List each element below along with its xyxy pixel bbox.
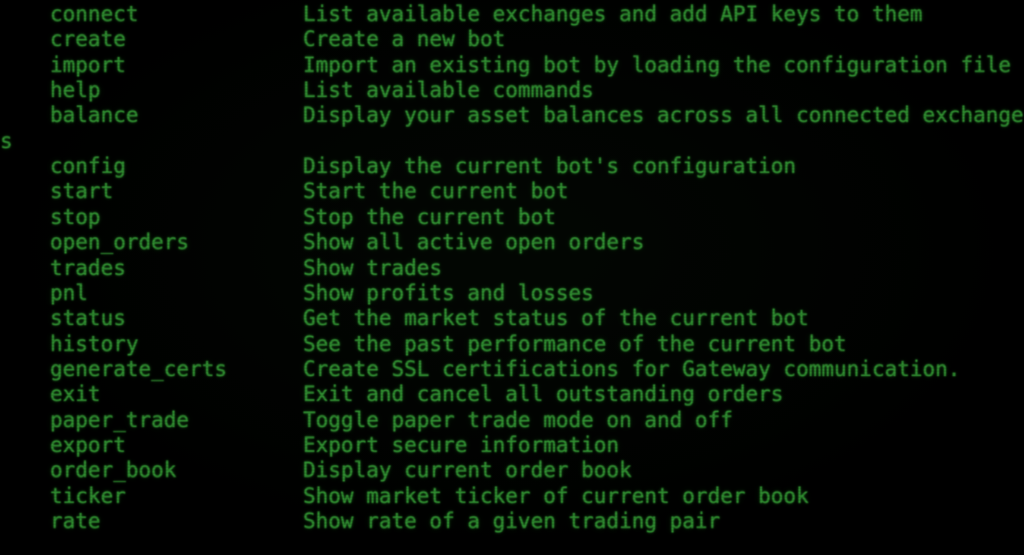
command-description: Show market ticker of current order book xyxy=(303,483,809,508)
command-description-wrap: s xyxy=(0,128,13,153)
command-description: List available commands xyxy=(303,78,594,103)
command-name: open_orders xyxy=(50,230,190,255)
command-description: Show all active open orders xyxy=(303,230,645,255)
command-description: Create SSL certifications for Gateway co… xyxy=(303,356,961,381)
command-description: List available exchanges and add API key… xyxy=(303,2,923,26)
command-name: connect xyxy=(50,2,139,26)
command-name: balance xyxy=(50,103,139,128)
command-description: Start the current bot xyxy=(303,179,569,204)
terminal-screen: connect List available exchanges and add … xyxy=(0,0,1024,555)
command-description: Export secure information xyxy=(303,432,620,457)
command-name: help xyxy=(50,78,101,103)
command-name: ticker xyxy=(50,483,126,508)
terminal-window[interactable]: connect List available exchanges and add … xyxy=(0,0,1024,555)
command-name: start xyxy=(50,179,114,204)
command-description: Display your asset balances across all c… xyxy=(303,103,1024,128)
command-description: Show rate of a given trading pair xyxy=(303,509,721,533)
command-name: paper_trade xyxy=(50,407,190,432)
command-description: Exit and cancel all outstanding orders xyxy=(303,382,784,407)
command-name: generate_certs xyxy=(50,356,228,381)
command-name: create xyxy=(50,27,126,52)
command-description: Import an existing bot by loading the co… xyxy=(303,52,1012,77)
command-description: Create a new bot xyxy=(303,27,506,52)
command-description: Toggle paper trade mode on and off xyxy=(303,407,733,432)
command-name: status xyxy=(50,306,126,331)
command-description: Stop the current bot xyxy=(303,204,556,229)
command-name: history xyxy=(50,331,139,356)
command-name: stop xyxy=(50,204,101,229)
command-name: rate xyxy=(50,509,101,533)
command-name: config xyxy=(50,154,126,179)
command-description: Show trades xyxy=(303,255,443,280)
command-name: import xyxy=(50,52,126,77)
command-name: export xyxy=(50,432,126,457)
command-name: pnl xyxy=(50,280,88,305)
command-description: See the past performance of the current … xyxy=(303,331,847,356)
command-name: exit xyxy=(50,382,101,407)
command-description: Display the current bot's configuration xyxy=(303,154,797,179)
command-name: order_book xyxy=(50,458,177,483)
command-description: Get the market status of the current bot xyxy=(303,306,809,331)
command-description: Display current order book xyxy=(303,458,632,483)
command-name: trades xyxy=(50,255,126,280)
command-description: Show profits and losses xyxy=(303,280,594,305)
